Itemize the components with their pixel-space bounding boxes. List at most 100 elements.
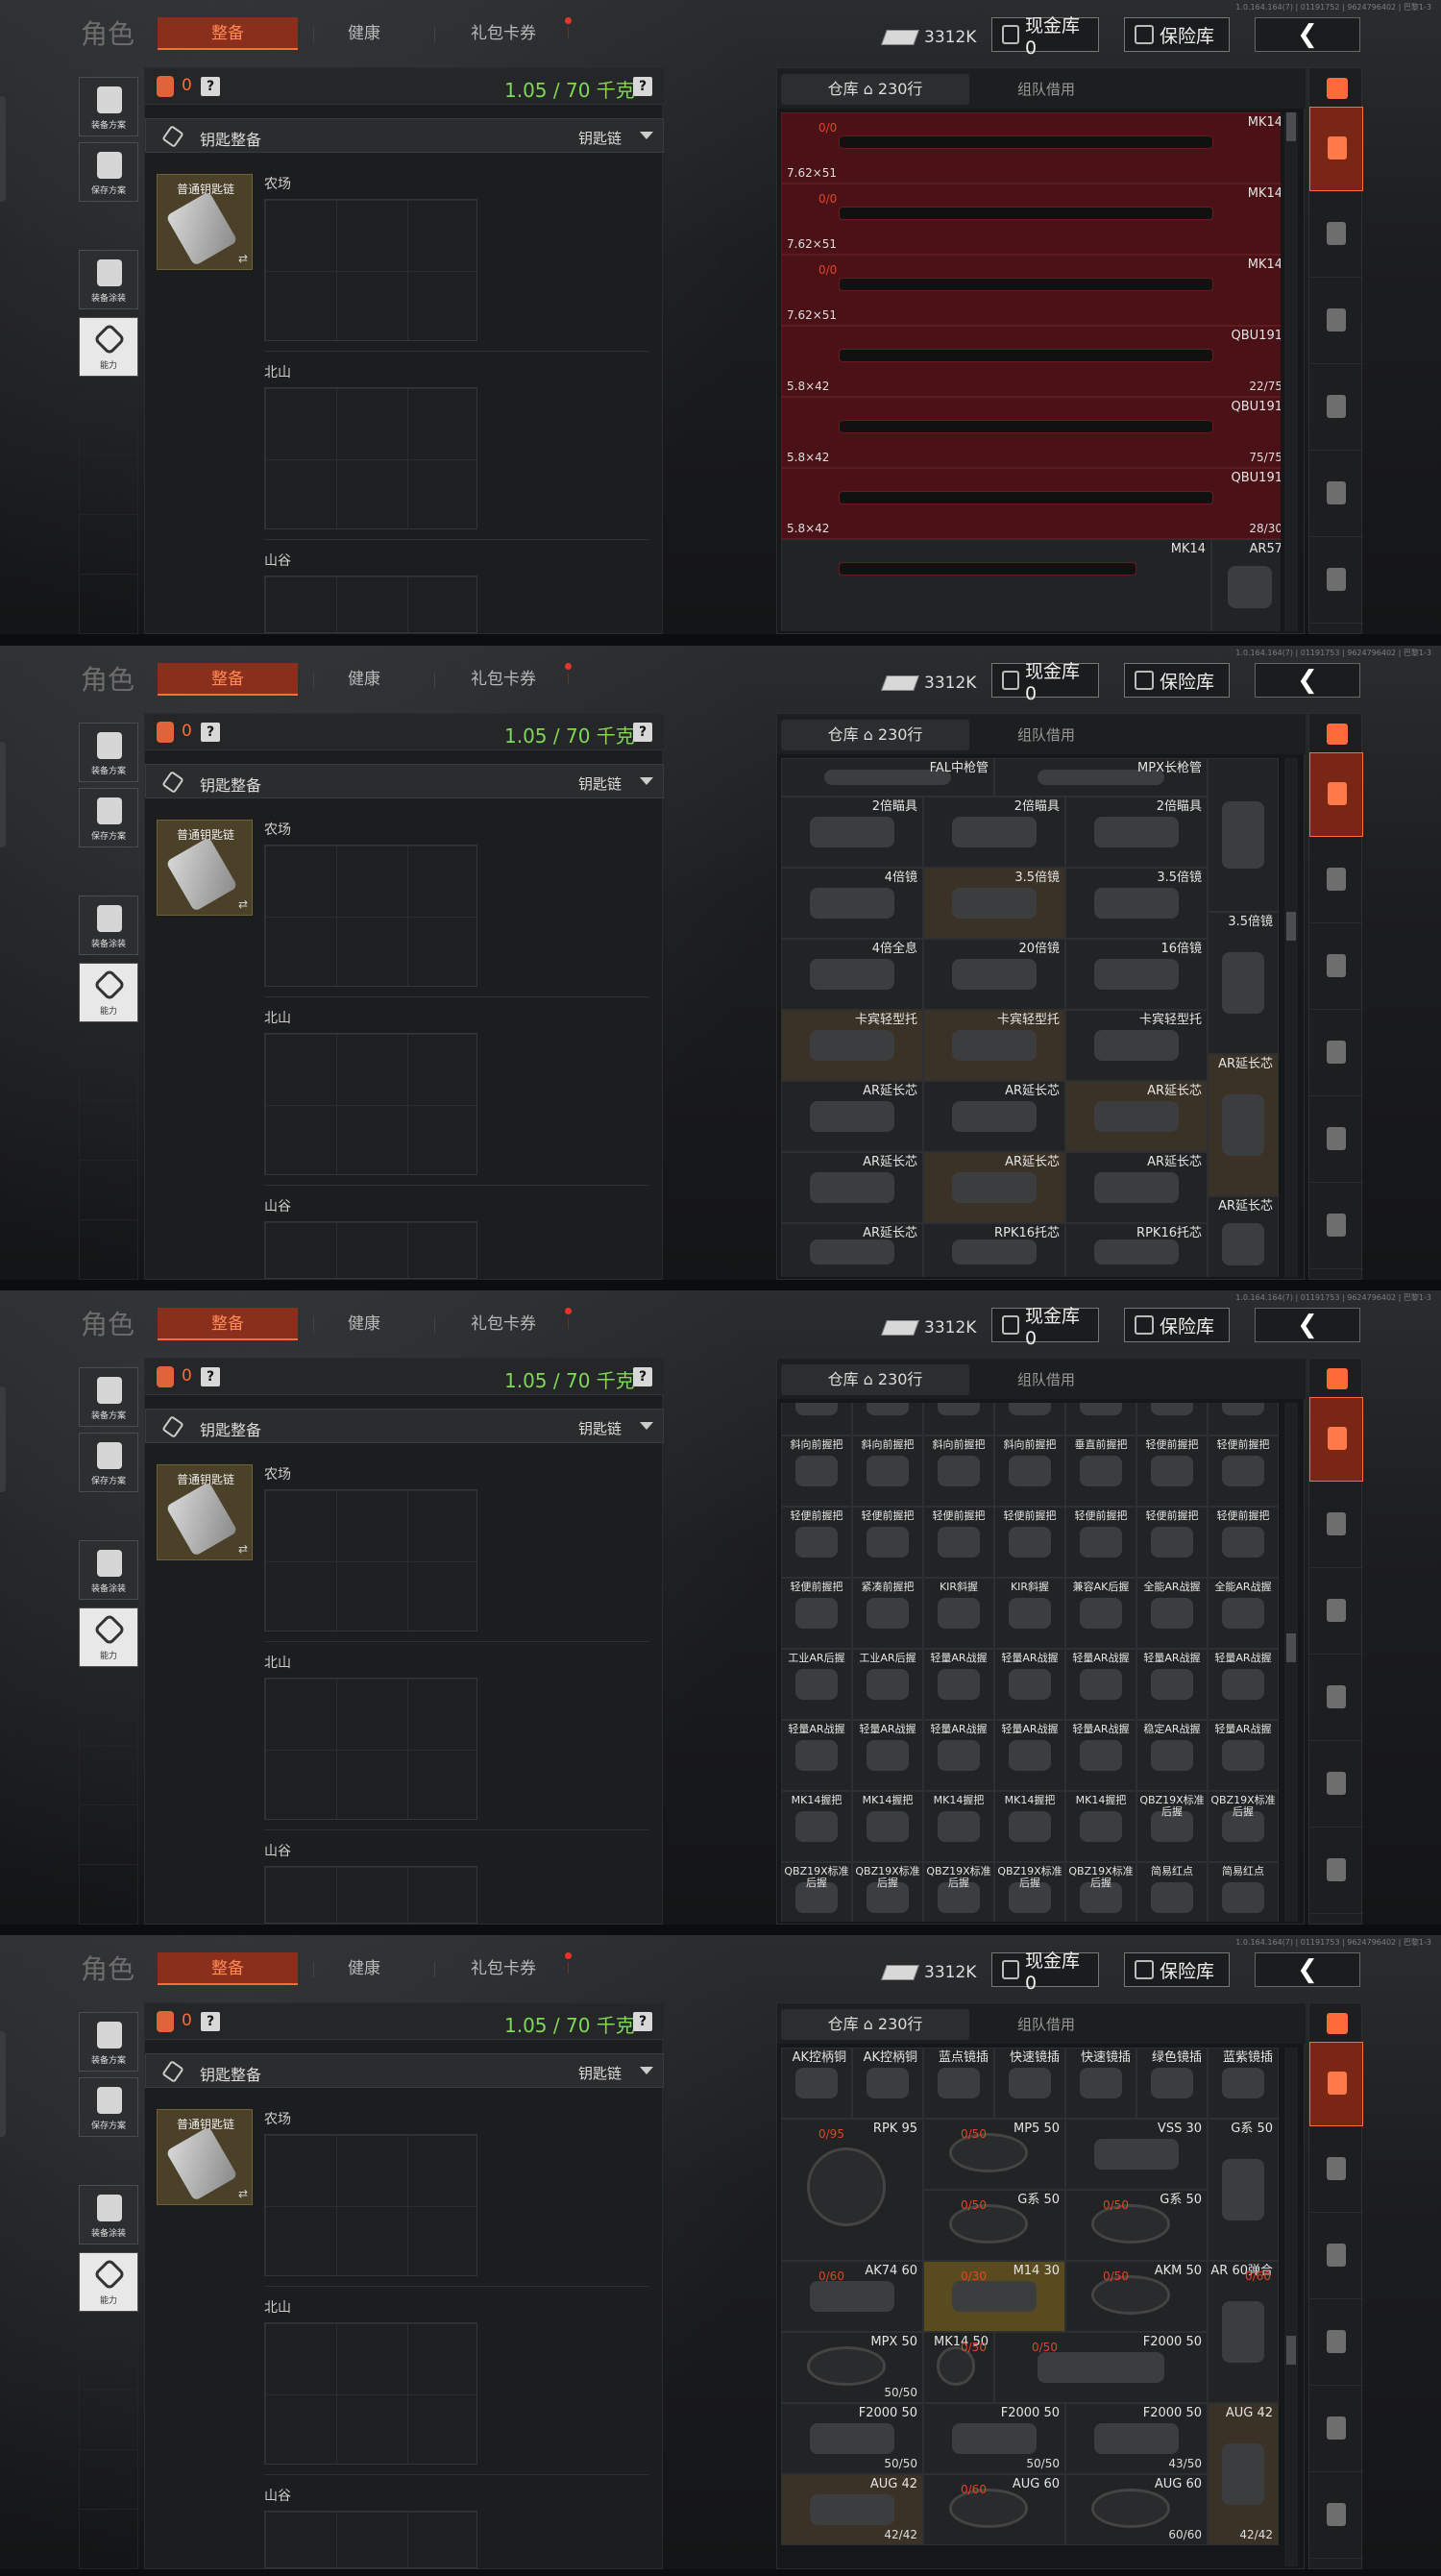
- key-slot-grid[interactable]: [264, 576, 477, 633]
- save-preset-button[interactable]: 保存方案: [79, 142, 138, 202]
- tab-gift-cards[interactable]: 礼包卡券: [455, 663, 551, 696]
- equipment-paint-button[interactable]: 装备涂装: [79, 2185, 138, 2245]
- stash-item[interactable]: MPX 50 50/50: [781, 2332, 923, 2403]
- stash-item[interactable]: 轻量AR战握: [923, 1720, 994, 1791]
- ability-button[interactable]: 能力: [79, 2252, 138, 2312]
- key-chain-dropdown[interactable]: 钥匙链: [578, 1418, 622, 1438]
- category-filter-item[interactable]: [1309, 2215, 1363, 2299]
- key-slot-grid[interactable]: [264, 1221, 477, 1279]
- category-filter-item[interactable]: [1309, 539, 1363, 624]
- stash-item[interactable]: QBU191 5.8×42 22/75: [781, 326, 1281, 397]
- stash-item[interactable]: 轻便前握把: [1065, 1507, 1136, 1578]
- loadout-preset-button[interactable]: 装备方案: [79, 77, 138, 136]
- stash-item[interactable]: 工业AR后握: [852, 1649, 923, 1720]
- loadout-preset-button[interactable]: 装备方案: [79, 1367, 138, 1427]
- stash-item[interactable]: 轻便前握把: [923, 1507, 994, 1578]
- cash-vault-button[interactable]: 现金库 0: [991, 1950, 1099, 1994]
- stash-item[interactable]: 快速镜插: [1065, 2048, 1136, 2119]
- stash-item[interactable]: 轻量AR战握: [994, 1720, 1065, 1791]
- stash-item[interactable]: 斜向前握把: [852, 1435, 923, 1507]
- stash-item[interactable]: 轻便前握把: [781, 1578, 852, 1649]
- category-filter-item[interactable]: [1309, 925, 1363, 1010]
- stash-item[interactable]: KIR斜握: [994, 1578, 1065, 1649]
- stash-item[interactable]: 斜向前握把: [781, 1435, 852, 1507]
- tab-stash[interactable]: 仓库 ⌂ 230行: [781, 720, 969, 750]
- category-filter-item[interactable]: [1309, 2474, 1363, 2559]
- cash-vault-button[interactable]: 现金库 0: [991, 661, 1099, 704]
- stash-item[interactable]: MK14: [781, 539, 1211, 631]
- key-chain-dropdown[interactable]: 钥匙链: [578, 773, 622, 794]
- key-chain-card[interactable]: 普通钥匙链 ⇄: [157, 1464, 253, 1560]
- save-preset-button[interactable]: 保存方案: [79, 788, 138, 847]
- stash-item[interactable]: 兼容AK后握: [1065, 1578, 1136, 1649]
- stack-icon[interactable]: [1327, 724, 1348, 745]
- stash-item[interactable]: QBZ19X标准后握: [1136, 1791, 1208, 1862]
- stash-item[interactable]: 4倍镜: [781, 868, 923, 939]
- stack-icon[interactable]: [1327, 78, 1348, 99]
- key-chain-card[interactable]: 普通钥匙链 ⇄: [157, 820, 253, 916]
- stash-item[interactable]: AUG 60 0/60: [923, 2474, 1065, 2545]
- stash-item[interactable]: 轻量AR战握: [1065, 1720, 1136, 1791]
- tab-health[interactable]: 健康: [327, 1952, 402, 1985]
- key-slot-grid[interactable]: [264, 2511, 477, 2568]
- left-edge-tab[interactable]: [0, 742, 6, 847]
- back-icon[interactable]: ❮: [1255, 1308, 1360, 1342]
- category-filter-item[interactable]: [1309, 193, 1363, 278]
- stash-item[interactable]: 轻量AR战握: [781, 1720, 852, 1791]
- tab-gift-cards[interactable]: 礼包卡券: [455, 17, 551, 50]
- stash-item[interactable]: MK14握把: [1065, 1791, 1136, 1862]
- weight-help-icon[interactable]: ?: [633, 1367, 652, 1386]
- stash-item[interactable]: AK控柄铜: [852, 2048, 923, 2119]
- stash-item[interactable]: 卡宾轻型托: [781, 1010, 923, 1081]
- loadout-preset-button[interactable]: 装备方案: [79, 2012, 138, 2072]
- category-filter-item[interactable]: [1309, 1484, 1363, 1568]
- back-icon[interactable]: ❮: [1255, 17, 1360, 52]
- category-filter-item[interactable]: [1309, 280, 1363, 364]
- tab-stash[interactable]: 仓库 ⌂ 230行: [781, 1364, 969, 1395]
- tab-equipment[interactable]: 整备: [158, 663, 298, 696]
- category-filter-item[interactable]: [1309, 2128, 1363, 2213]
- stash-item[interactable]: 轻量AR战握: [923, 1649, 994, 1720]
- swap-icon[interactable]: ⇄: [238, 897, 248, 911]
- loadout-preset-button[interactable]: 装备方案: [79, 723, 138, 782]
- stash-item[interactable]: 16倍镜: [1065, 939, 1208, 1010]
- cash-vault-button[interactable]: 现金库 0: [991, 1306, 1099, 1349]
- ability-button[interactable]: 能力: [79, 317, 138, 377]
- stash-item[interactable]: QBZ19X标准后握: [1208, 1791, 1279, 1862]
- stash-item[interactable]: 3.5倍镜: [1065, 868, 1208, 939]
- stash-item[interactable]: AR57: [1211, 539, 1281, 631]
- back-icon[interactable]: ❮: [1255, 663, 1360, 698]
- help-icon[interactable]: ?: [201, 723, 220, 742]
- tab-health[interactable]: 健康: [327, 1308, 402, 1340]
- stash-item[interactable]: AR延长芯: [1208, 1054, 1279, 1196]
- stash-item[interactable]: 轻量AR战握: [1208, 1720, 1279, 1791]
- stash-item[interactable]: G系 50: [1208, 2119, 1279, 2261]
- key-chain-dropdown[interactable]: 钥匙链: [578, 128, 622, 148]
- back-icon[interactable]: ❮: [1255, 1952, 1360, 1987]
- stash-item[interactable]: AR延长芯: [781, 1081, 923, 1152]
- key-loadout-bar[interactable]: 钥匙整备 钥匙链: [145, 764, 664, 798]
- key-slot-grid[interactable]: [264, 2322, 477, 2465]
- stash-item[interactable]: 3.5倍镜: [1208, 912, 1279, 1054]
- stash-item[interactable]: VSS 30: [1065, 2119, 1208, 2190]
- stash-item[interactable]: MK14 7.62×51 0/0: [781, 255, 1281, 326]
- key-chain-dropdown[interactable]: 钥匙链: [578, 2063, 622, 2083]
- stash-item[interactable]: QBU191 5.8×42 28/30: [781, 468, 1281, 539]
- stash-item[interactable]: MK14握把: [994, 1791, 1065, 1862]
- stash-item[interactable]: MK14握把: [852, 1791, 923, 1862]
- stash-item[interactable]: 轻量AR战握: [852, 1720, 923, 1791]
- stash-item[interactable]: 4倍全息: [781, 939, 923, 1010]
- category-filter-item[interactable]: [1309, 1098, 1363, 1183]
- stash-item[interactable]: 轻便前握把: [852, 1507, 923, 1578]
- tab-health[interactable]: 健康: [327, 663, 402, 696]
- save-preset-button[interactable]: 保存方案: [79, 1433, 138, 1492]
- stash-item[interactable]: AR延长芯: [1208, 1196, 1279, 1277]
- key-slot-grid[interactable]: [264, 1033, 477, 1175]
- stash-item[interactable]: 垂直前握把: [1065, 1435, 1136, 1507]
- stash-item[interactable]: 蓝紫镜插: [1208, 2048, 1279, 2119]
- category-filter-item[interactable]: [1309, 1185, 1363, 1269]
- stash-item[interactable]: QBZ19X标准后握: [852, 1862, 923, 1922]
- stash-item[interactable]: 3.5倍镜: [923, 868, 1065, 939]
- category-filter-item[interactable]: [1309, 1743, 1363, 1828]
- stash-item[interactable]: M14 30 0/30: [923, 2261, 1065, 2332]
